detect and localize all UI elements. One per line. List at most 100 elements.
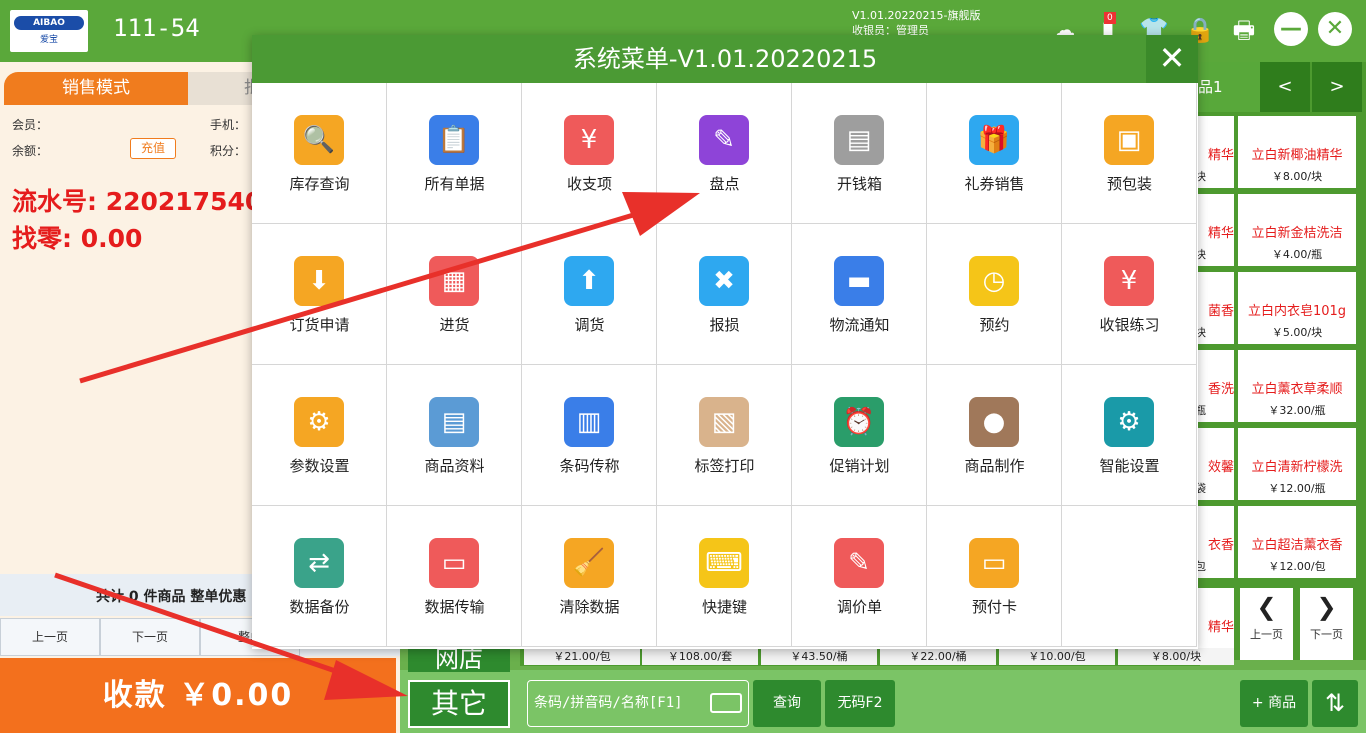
dialog-title: 系统菜单-V1.01.20220215 <box>252 35 1198 83</box>
product-name: 香洗 <box>1207 382 1234 397</box>
price-cell: ￥22.00/桶 <box>880 648 996 665</box>
cart-next-page-button[interactable]: 下一页 <box>100 618 200 656</box>
price-cell: ￥8.00/块 <box>1118 648 1234 665</box>
menu-item-3[interactable]: ✎ 盘点 <box>657 83 792 224</box>
menu-item-label: 商品制作 <box>964 457 1025 475</box>
menu-item-24[interactable]: ⌨ 快捷键 <box>657 506 792 647</box>
points-label: 积分： <box>210 144 247 158</box>
menu-item-9[interactable]: ⬆ 调货 <box>522 224 657 365</box>
tab-wholesale-mode[interactable]: 批 <box>188 72 258 105</box>
swap-icon[interactable]: ⇅ <box>1312 680 1358 727</box>
category-prev-button[interactable]: < <box>1260 62 1310 112</box>
menu-item-10[interactable]: ✖ 报损 <box>657 224 792 365</box>
product-card-partial[interactable]: 效馨 袋 <box>1196 428 1234 500</box>
menu-item-21[interactable]: ⇄ 数据备份 <box>252 506 387 647</box>
menu-item-16[interactable]: ▥ 条码传称 <box>522 365 657 506</box>
change-amount: 找零: 0.00 <box>12 224 143 253</box>
menu-item-5[interactable]: 🎁 礼券销售 <box>927 83 1062 224</box>
product-card[interactable]: 立白新金桔洗洁 ￥4.00/瓶 <box>1238 194 1356 266</box>
menu-item-12[interactable]: ◷ 预约 <box>927 224 1062 365</box>
menu-item-label: 清除数据 <box>559 598 620 616</box>
logistics-truck-icon: ▬ <box>834 256 884 306</box>
product-card-partial[interactable]: 菌香 块 <box>1196 272 1234 344</box>
menu-item-0[interactable]: 🔍 库存查询 <box>252 83 387 224</box>
tab-sales-mode[interactable]: 销售模式 <box>4 72 188 105</box>
add-product-button[interactable]: + 商品 <box>1240 680 1308 727</box>
menu-item-13[interactable]: ¥ 收银练习 <box>1062 224 1197 365</box>
menu-item-15[interactable]: ▤ 商品资料 <box>387 365 522 506</box>
query-button[interactable]: 查询 <box>753 680 821 727</box>
close-app-button[interactable]: ✕ <box>1318 12 1352 46</box>
menu-item-8[interactable]: ▦ 进货 <box>387 224 522 365</box>
menu-item-label: 数据备份 <box>289 598 350 616</box>
menu-item-18[interactable]: ⏰ 促销计划 <box>792 365 927 506</box>
product-card-partial[interactable]: 衣香 包 <box>1196 506 1234 578</box>
product-card-partial[interactable]: 精华 块 <box>1196 116 1234 188</box>
menu-item-2[interactable]: ¥ 收支项 <box>522 83 657 224</box>
order-request-icon: ⬇ <box>294 256 344 306</box>
category-next-button[interactable]: > <box>1312 62 1362 112</box>
product-price: ￥8.00/块 <box>1271 170 1323 183</box>
product-card[interactable]: 立白内衣皂101g ￥5.00/块 <box>1238 272 1356 344</box>
menu-item-19[interactable]: ● 商品制作 <box>927 365 1062 506</box>
price-cell: ￥108.00/套 <box>642 648 758 665</box>
product-name: 精华 <box>1207 620 1234 635</box>
barcode-search-input[interactable]: 条码/拼音码/名称[F1] <box>527 680 749 727</box>
printer-icon[interactable]: 🖶 <box>1226 12 1262 48</box>
menu-item-label: 礼券销售 <box>964 175 1025 193</box>
menu-item-7[interactable]: ⬇ 订货申请 <box>252 224 387 365</box>
product-card[interactable]: 立白超洁薰衣香 ￥12.00/包 <box>1238 506 1356 578</box>
menu-item-1[interactable]: 📋 所有单据 <box>387 83 522 224</box>
menu-item-25[interactable]: ✎ 调价单 <box>792 506 927 647</box>
no-code-button[interactable]: 无码F2 <box>825 680 895 727</box>
category-tab[interactable]: 品1 <box>1196 62 1260 112</box>
product-card[interactable]: 立白清新柠檬洗 ￥12.00/瓶 <box>1238 428 1356 500</box>
price-cell: ￥21.00/包 <box>524 648 640 665</box>
menu-item-22[interactable]: ▭ 数据传输 <box>387 506 522 647</box>
parameter-gears-icon: ⚙ <box>294 397 344 447</box>
recharge-button[interactable]: 充值 <box>130 138 176 159</box>
menu-item-label: 开钱箱 <box>836 175 882 193</box>
logo-subtext: 爱宝 <box>39 35 58 45</box>
menu-item-23[interactable]: 🧹 清除数据 <box>522 506 657 647</box>
product-price: ￥12.00/瓶 <box>1268 482 1326 495</box>
menu-item-label: 收支项 <box>566 175 612 193</box>
menu-item-6[interactable]: ▣ 预包装 <box>1062 83 1197 224</box>
cashier-practice-icon: ¥ <box>1104 256 1154 306</box>
minimize-button[interactable]: — <box>1274 12 1308 46</box>
product-card-partial[interactable]: 香洗 瓶 <box>1196 350 1234 422</box>
product-card-partial[interactable]: 精华 块 <box>1196 194 1234 266</box>
menu-item-label: 盘点 <box>709 175 740 193</box>
menu-item-11[interactable]: ▬ 物流通知 <box>792 224 927 365</box>
product-name: 立白内衣皂101g <box>1247 304 1347 319</box>
product-prev-page-button[interactable]: ❮ 上一页 <box>1240 588 1293 660</box>
product-price: ￥4.00/瓶 <box>1271 248 1323 261</box>
product-card[interactable]: 立白薰衣草柔顺 ￥32.00/瓶 <box>1238 350 1356 422</box>
menu-item-14[interactable]: ⚙ 参数设置 <box>252 365 387 506</box>
app-logo: AIBAO 爱宝 <box>10 10 88 52</box>
product-next-page-button[interactable]: ❯ 下一页 <box>1300 588 1353 660</box>
cart-prev-page-button[interactable]: 上一页 <box>0 618 100 656</box>
menu-item-20[interactable]: ⚙ 智能设置 <box>1062 365 1197 506</box>
pay-button[interactable]: 收款 ￥0.00 <box>0 658 396 733</box>
menu-item-label: 预约 <box>979 316 1010 334</box>
menu-item-17[interactable]: ▧ 标签打印 <box>657 365 792 506</box>
summary-text: 共计 0 件商品 整单优惠 <box>96 589 247 605</box>
menu-item-26[interactable]: ▭ 预付卡 <box>927 506 1062 647</box>
menu-item-4[interactable]: ▤ 开钱箱 <box>792 83 927 224</box>
menu-item-label: 订货申请 <box>289 316 350 334</box>
menu-item-label: 调货 <box>574 316 605 334</box>
menu-item-label: 报损 <box>709 316 740 334</box>
chevron-left-icon: ❮ <box>1256 593 1277 621</box>
purchase-icon: ▦ <box>429 256 479 306</box>
next-page-label: 下一页 <box>1310 628 1343 641</box>
system-menu-dialog: 系统菜单-V1.01.20220215 ✕ 🔍 库存查询 📋 所有单据 ¥ 收支项 ✎ 盘点 ▤… <box>252 35 1198 649</box>
product-card[interactable]: 立白新椰油精华 ￥8.00/块 <box>1238 116 1356 188</box>
other-button[interactable]: 其它 <box>408 680 510 728</box>
close-icon[interactable]: ✕ <box>1146 35 1198 83</box>
data-transfer-icon: ▭ <box>429 538 479 588</box>
product-price: ￥32.00/瓶 <box>1268 404 1326 417</box>
stocktake-icon: ✎ <box>699 115 749 165</box>
keyboard-icon[interactable] <box>710 693 742 713</box>
netstore-button[interactable]: 网店 <box>408 646 510 672</box>
